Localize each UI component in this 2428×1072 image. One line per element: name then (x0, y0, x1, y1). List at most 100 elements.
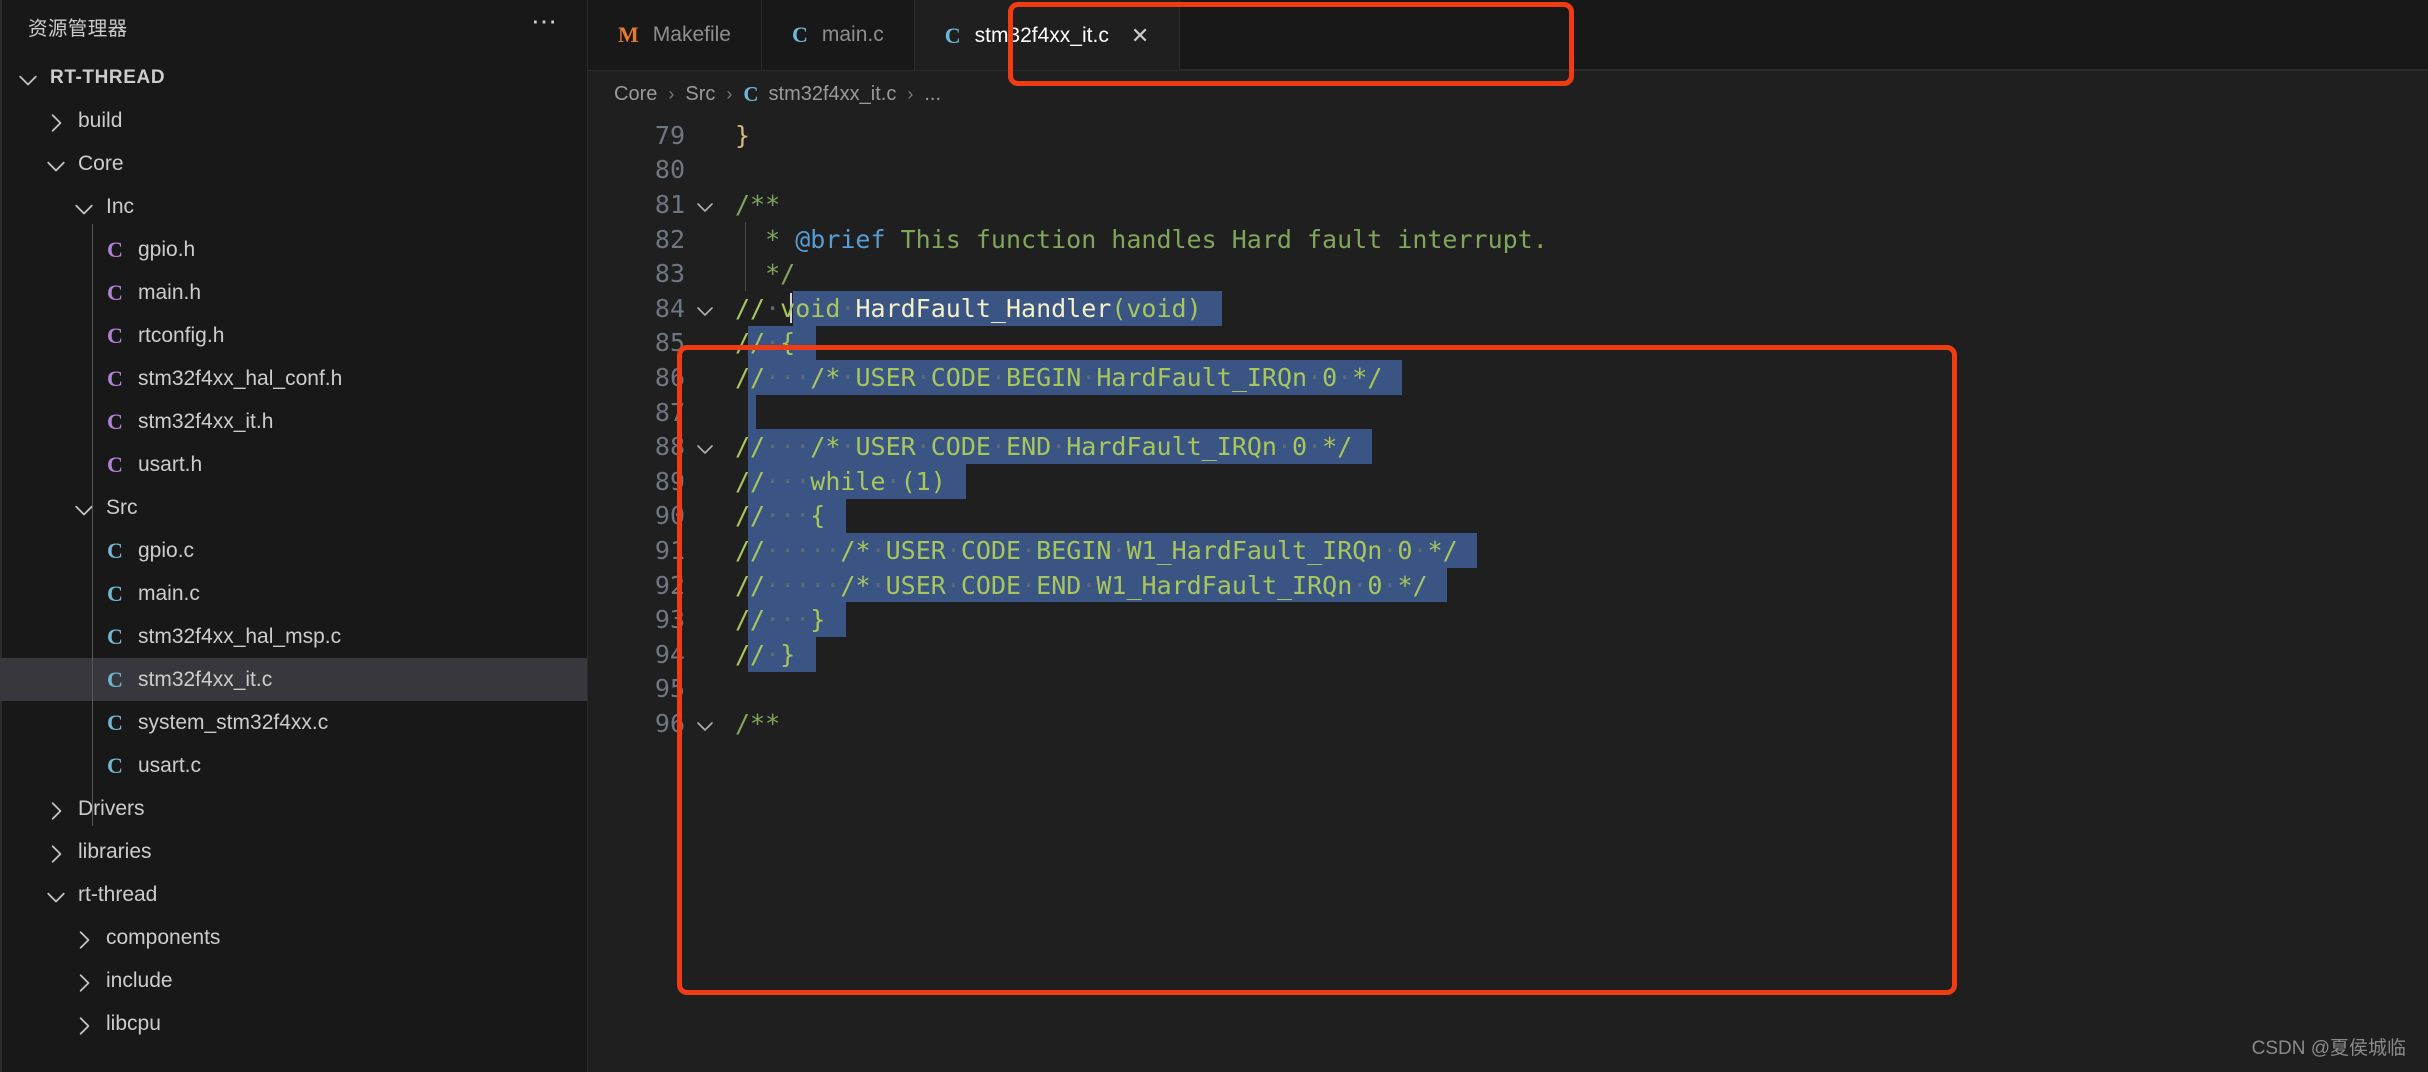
breadcrumb-item[interactable]: Src (685, 83, 715, 106)
code-line: 92 //·····/*·USER·CODE·END·W1_HardFault_I… (588, 568, 2428, 603)
tree-folder-src[interactable]: Src (0, 486, 587, 529)
code-text: //···/*·USER·CODE·END·HardFault_IRQn·0·*… (735, 432, 1353, 462)
code-editor[interactable]: 79} 80 81/** 82 * @brief This function hand… (588, 118, 2428, 1072)
ellipsis-icon[interactable]: ⋯ (531, 8, 559, 36)
c-file-icon: C (791, 22, 808, 47)
tree-folder-rt-thread[interactable]: rt-thread (0, 873, 587, 916)
tree-file-stm32f4xx-it-c[interactable]: Cstm32f4xx_it.c (0, 658, 587, 701)
c-header-file-icon: C (107, 365, 123, 391)
file-tree: RT-THREAD build Core Inc Cgpio.h Cmain.h Crtco… (0, 52, 587, 1045)
makefile-icon: M (618, 22, 639, 47)
tree-folder-core[interactable]: Core (0, 142, 587, 185)
chevron-right-icon[interactable] (74, 1002, 96, 1045)
fold-chevron-down-icon[interactable] (685, 706, 725, 741)
fold-placeholder (685, 326, 725, 361)
code-text: //·····/*·USER·CODE·END·W1_HardFault_IRQ… (735, 570, 1428, 600)
tree-file-main-c[interactable]: Cmain.c (0, 572, 587, 615)
explorer-header: 资源管理器 ⋯ (0, 0, 587, 52)
c-header-file-icon: C (107, 279, 123, 305)
tab-main-c[interactable]: Cmain.c (761, 0, 915, 70)
chevron-down-icon[interactable] (74, 185, 96, 228)
line-number: 85 (654, 328, 685, 358)
tree-folder-components[interactable]: components (0, 916, 587, 959)
line-number: 82 (654, 224, 685, 254)
tree-item-label: rt-thread (78, 882, 158, 906)
tree-file-gpio-h[interactable]: Cgpio.h (0, 228, 587, 271)
fold-placeholder (685, 256, 725, 291)
fold-chevron-down-icon[interactable] (685, 291, 725, 326)
tree-folder-include[interactable]: include (0, 959, 587, 1002)
chevron-right-icon[interactable] (46, 787, 68, 830)
c-source-file-icon: C (107, 666, 123, 692)
chevron-right-icon[interactable] (74, 916, 96, 959)
breadcrumb-item[interactable]: stm32f4xx_it.c (769, 83, 897, 106)
code-line: 84 //·void·HardFault_Handler(void) (588, 291, 2428, 326)
fold-placeholder (685, 395, 725, 430)
tree-file-system-stm32f4xx-c[interactable]: Csystem_stm32f4xx.c (0, 701, 587, 744)
chevron-down-icon[interactable] (46, 142, 68, 185)
breadcrumb-item[interactable]: Core (614, 83, 657, 106)
code-text: //···/*·USER·CODE·BEGIN·HardFault_IRQn·0… (735, 362, 1383, 392)
chevron-right-icon[interactable] (74, 959, 96, 1002)
tree-folder-libraries[interactable]: libraries (0, 830, 587, 873)
line-number: 84 (654, 293, 685, 323)
code-line: 83 */ (588, 256, 2428, 291)
c-source-file-icon: C (107, 623, 123, 649)
tab-makefile[interactable]: M Makefile (588, 0, 762, 70)
tree-item-label: gpio.h (138, 237, 196, 261)
line-number: 90 (654, 501, 685, 531)
tree-item-label: libraries (78, 839, 152, 863)
code-line: 89 //···while·(1) (588, 464, 2428, 499)
chevron-right-icon[interactable] (46, 99, 68, 142)
tree-item-label: build (78, 108, 123, 132)
line-number: 92 (654, 570, 685, 600)
tree-folder-build[interactable]: build (0, 99, 587, 142)
c-source-file-icon: C (107, 580, 123, 606)
line-number: 96 (654, 708, 685, 738)
tree-file-stm32f4xx-hal-msp-c[interactable]: Cstm32f4xx_hal_msp.c (0, 615, 587, 658)
tree-file-stm32f4xx-hal-conf-h[interactable]: Cstm32f4xx_hal_conf.h (0, 357, 587, 400)
code-line: 88 //···/*·USER·CODE·END·HardFault_IRQn·0… (588, 429, 2428, 464)
tree-folder-libcpu[interactable]: libcpu (0, 1002, 587, 1045)
chevron-right-icon[interactable] (46, 830, 68, 873)
tree-file-usart-c[interactable]: Cusart.c (0, 744, 587, 787)
code-text: //···} (735, 605, 826, 635)
tree-file-stm32f4xx-it-h[interactable]: Cstm32f4xx_it.h (0, 400, 587, 443)
tree-file-usart-h[interactable]: Cusart.h (0, 443, 587, 486)
tree-file-main-h[interactable]: Cmain.h (0, 271, 587, 314)
close-icon[interactable]: ✕ (1131, 24, 1149, 47)
tab-stm32f4xx-it-c[interactable]: Cstm32f4xx_it.c ✕ (914, 0, 1181, 70)
code-line: 79} (588, 118, 2428, 153)
tree-folder-inc[interactable]: Inc (0, 185, 587, 228)
tree-item-label: system_stm32f4xx.c (138, 710, 329, 734)
breadcrumb-item[interactable]: ... (924, 83, 941, 106)
code-line: 80 (588, 153, 2428, 188)
code-text: * @brief This function handles Hard faul… (735, 224, 1548, 254)
code-text: //·{ (735, 328, 796, 358)
tree-item-label: usart.h (138, 452, 203, 476)
tree-file-rtconfig-h[interactable]: Crtconfig.h (0, 314, 587, 357)
fold-chevron-down-icon[interactable] (685, 187, 725, 222)
breadcrumb-separator-icon: › (726, 84, 733, 104)
fold-placeholder (685, 568, 725, 603)
fold-chevron-down-icon[interactable] (685, 429, 725, 464)
tree-folder-drivers[interactable]: Drivers (0, 787, 587, 830)
chevron-down-icon[interactable] (18, 56, 40, 99)
code-line: 85 //·{ (588, 326, 2428, 361)
code-text: //···{ (735, 501, 826, 531)
chevron-down-icon[interactable] (46, 873, 68, 916)
tree-folder-rt-thread[interactable]: RT-THREAD (0, 56, 587, 99)
line-number: 87 (654, 397, 685, 427)
tree-item-label: Inc (106, 194, 135, 218)
breadcrumb: Core › Src › Cstm32f4xx_it.c ›... (588, 71, 2428, 118)
tree-indent-guide (92, 525, 93, 826)
tree-file-gpio-c[interactable]: Cgpio.c (0, 529, 587, 572)
